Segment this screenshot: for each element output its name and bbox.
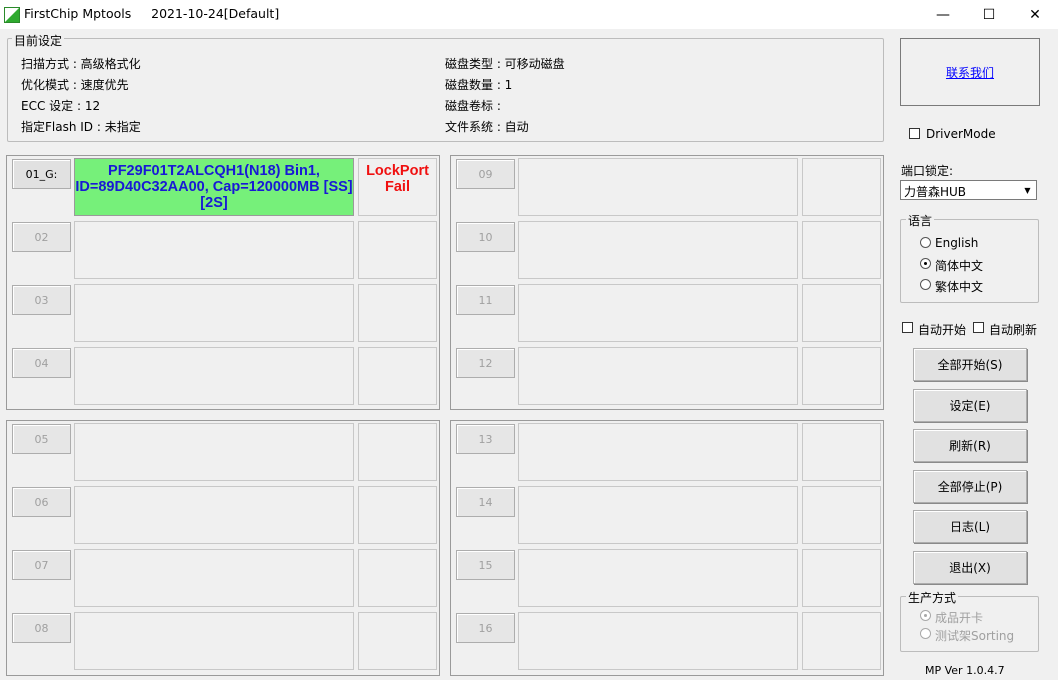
chevron-down-icon[interactable]: ▼ <box>1020 182 1035 198</box>
file-system: 文件系统 : 自动 <box>445 120 529 134</box>
port-status-cell-16 <box>802 612 881 670</box>
driver-mode-checkbox[interactable] <box>909 128 920 139</box>
port-button-1[interactable]: 01_G: <box>12 159 71 189</box>
port-status-cell-4 <box>358 347 437 405</box>
port-status-cell-1: LockPort Fail <box>358 158 437 216</box>
language-english-label: English <box>935 236 979 250</box>
port-status-cell-2 <box>358 221 437 279</box>
flash-id: 指定Flash ID : 未指定 <box>21 120 141 134</box>
port-button-16[interactable]: 16 <box>456 613 515 643</box>
disk-count: 磁盘数量 : 1 <box>445 78 513 92</box>
production-mode-legend: 生产方式 <box>906 589 959 606</box>
port-status-cell-10 <box>802 221 881 279</box>
port-lock-select[interactable]: 力普森HUB ▼ <box>900 180 1037 200</box>
port-button-7[interactable]: 07 <box>12 550 71 580</box>
port-info-cell-3 <box>74 284 354 342</box>
port-button-12[interactable]: 12 <box>456 348 515 378</box>
port-button-15[interactable]: 15 <box>456 550 515 580</box>
port-info-cell-11 <box>518 284 798 342</box>
port-button-5[interactable]: 05 <box>12 424 71 454</box>
production-finished-radio[interactable] <box>920 610 931 621</box>
port-info-cell-5 <box>74 423 354 481</box>
driver-mode-label: DriverMode <box>926 127 996 141</box>
close-button[interactable]: ✕ <box>1012 0 1058 29</box>
port-status-cell-7 <box>358 549 437 607</box>
auto-start-label: 自动开始 <box>918 323 967 337</box>
port-info-cell-16 <box>518 612 798 670</box>
minimize-button[interactable]: — <box>920 0 966 29</box>
title-bar: FirstChip Mptools 2021-10-24[Default] — … <box>0 0 1058 29</box>
port-info-cell-14 <box>518 486 798 544</box>
log-button[interactable]: 日志(L) <box>913 510 1027 543</box>
port-status-cell-6 <box>358 486 437 544</box>
port-info-cell-1: PF29F01T2ALCQH1(N18) Bin1, ID=89D40C32AA… <box>74 158 354 216</box>
port-info-cell-10 <box>518 221 798 279</box>
port-info-cell-15 <box>518 549 798 607</box>
port-status-cell-5 <box>358 423 437 481</box>
app-icon <box>4 7 20 23</box>
optimize-mode: 优化模式 : 速度优先 <box>21 78 129 92</box>
contact-box: 联系我们 <box>900 38 1040 106</box>
language-traditional-radio[interactable] <box>920 279 931 290</box>
auto-refresh-label: 自动刷新 <box>989 323 1038 337</box>
port-info-cell-6 <box>74 486 354 544</box>
port-button-6[interactable]: 06 <box>12 487 71 517</box>
port-status-text: LockPort Fail <box>366 163 429 195</box>
contact-us-link[interactable]: 联系我们 <box>946 64 994 81</box>
port-info-cell-4 <box>74 347 354 405</box>
port-info-text: PF29F01T2ALCQH1(N18) Bin1, ID=89D40C32AA… <box>75 163 353 211</box>
port-info-cell-13 <box>518 423 798 481</box>
port-button-9[interactable]: 09 <box>456 159 515 189</box>
settings-button[interactable]: 设定(E) <box>913 389 1027 422</box>
port-info-cell-7 <box>74 549 354 607</box>
port-status-cell-9 <box>802 158 881 216</box>
port-status-cell-8 <box>358 612 437 670</box>
port-lock-value: 力普森HUB <box>904 185 967 199</box>
maximize-button[interactable]: ☐ <box>966 0 1012 29</box>
port-button-13[interactable]: 13 <box>456 424 515 454</box>
language-simplified-label: 简体中文 <box>935 259 984 273</box>
language-traditional-label: 繁体中文 <box>935 280 984 294</box>
port-status-cell-11 <box>802 284 881 342</box>
port-button-14[interactable]: 14 <box>456 487 515 517</box>
auto-refresh-checkbox[interactable] <box>973 322 984 333</box>
language-simplified-radio[interactable] <box>920 258 931 269</box>
port-button-8[interactable]: 08 <box>12 613 71 643</box>
port-button-10[interactable]: 10 <box>456 222 515 252</box>
ecc-setting: ECC 设定 : 12 <box>21 99 101 113</box>
port-status-cell-15 <box>802 549 881 607</box>
disk-type: 磁盘类型 : 可移动磁盘 <box>445 57 565 71</box>
port-info-cell-9 <box>518 158 798 216</box>
production-sorting-radio[interactable] <box>920 628 931 639</box>
port-lock-label: 端口锁定: <box>901 164 954 178</box>
scan-mode: 扫描方式 : 高级格式化 <box>21 57 141 71</box>
port-button-11[interactable]: 11 <box>456 285 515 315</box>
language-legend: 语言 <box>906 212 935 229</box>
port-info-cell-12 <box>518 347 798 405</box>
stop-all-button[interactable]: 全部停止(P) <box>913 470 1027 503</box>
auto-start-checkbox[interactable] <box>902 322 913 333</box>
port-info-cell-8 <box>74 612 354 670</box>
port-status-cell-12 <box>802 347 881 405</box>
port-info-cell-2 <box>74 221 354 279</box>
language-english-radio[interactable] <box>920 237 931 248</box>
window-title: FirstChip Mptools 2021-10-24[Default] <box>24 6 280 21</box>
disk-label: 磁盘卷标 : <box>445 99 501 113</box>
current-settings-legend: 目前设定 <box>12 32 65 49</box>
port-status-cell-13 <box>802 423 881 481</box>
start-all-button[interactable]: 全部开始(S) <box>913 348 1027 381</box>
exit-button[interactable]: 退出(X) <box>913 551 1027 584</box>
refresh-button[interactable]: 刷新(R) <box>913 429 1027 462</box>
port-button-2[interactable]: 02 <box>12 222 71 252</box>
port-button-4[interactable]: 04 <box>12 348 71 378</box>
version-label: MP Ver 1.0.4.7 <box>925 664 1005 677</box>
port-button-3[interactable]: 03 <box>12 285 71 315</box>
port-status-cell-14 <box>802 486 881 544</box>
production-sorting-label: 测试架Sorting <box>935 629 1015 643</box>
port-status-cell-3 <box>358 284 437 342</box>
production-finished-label: 成品开卡 <box>935 611 984 625</box>
